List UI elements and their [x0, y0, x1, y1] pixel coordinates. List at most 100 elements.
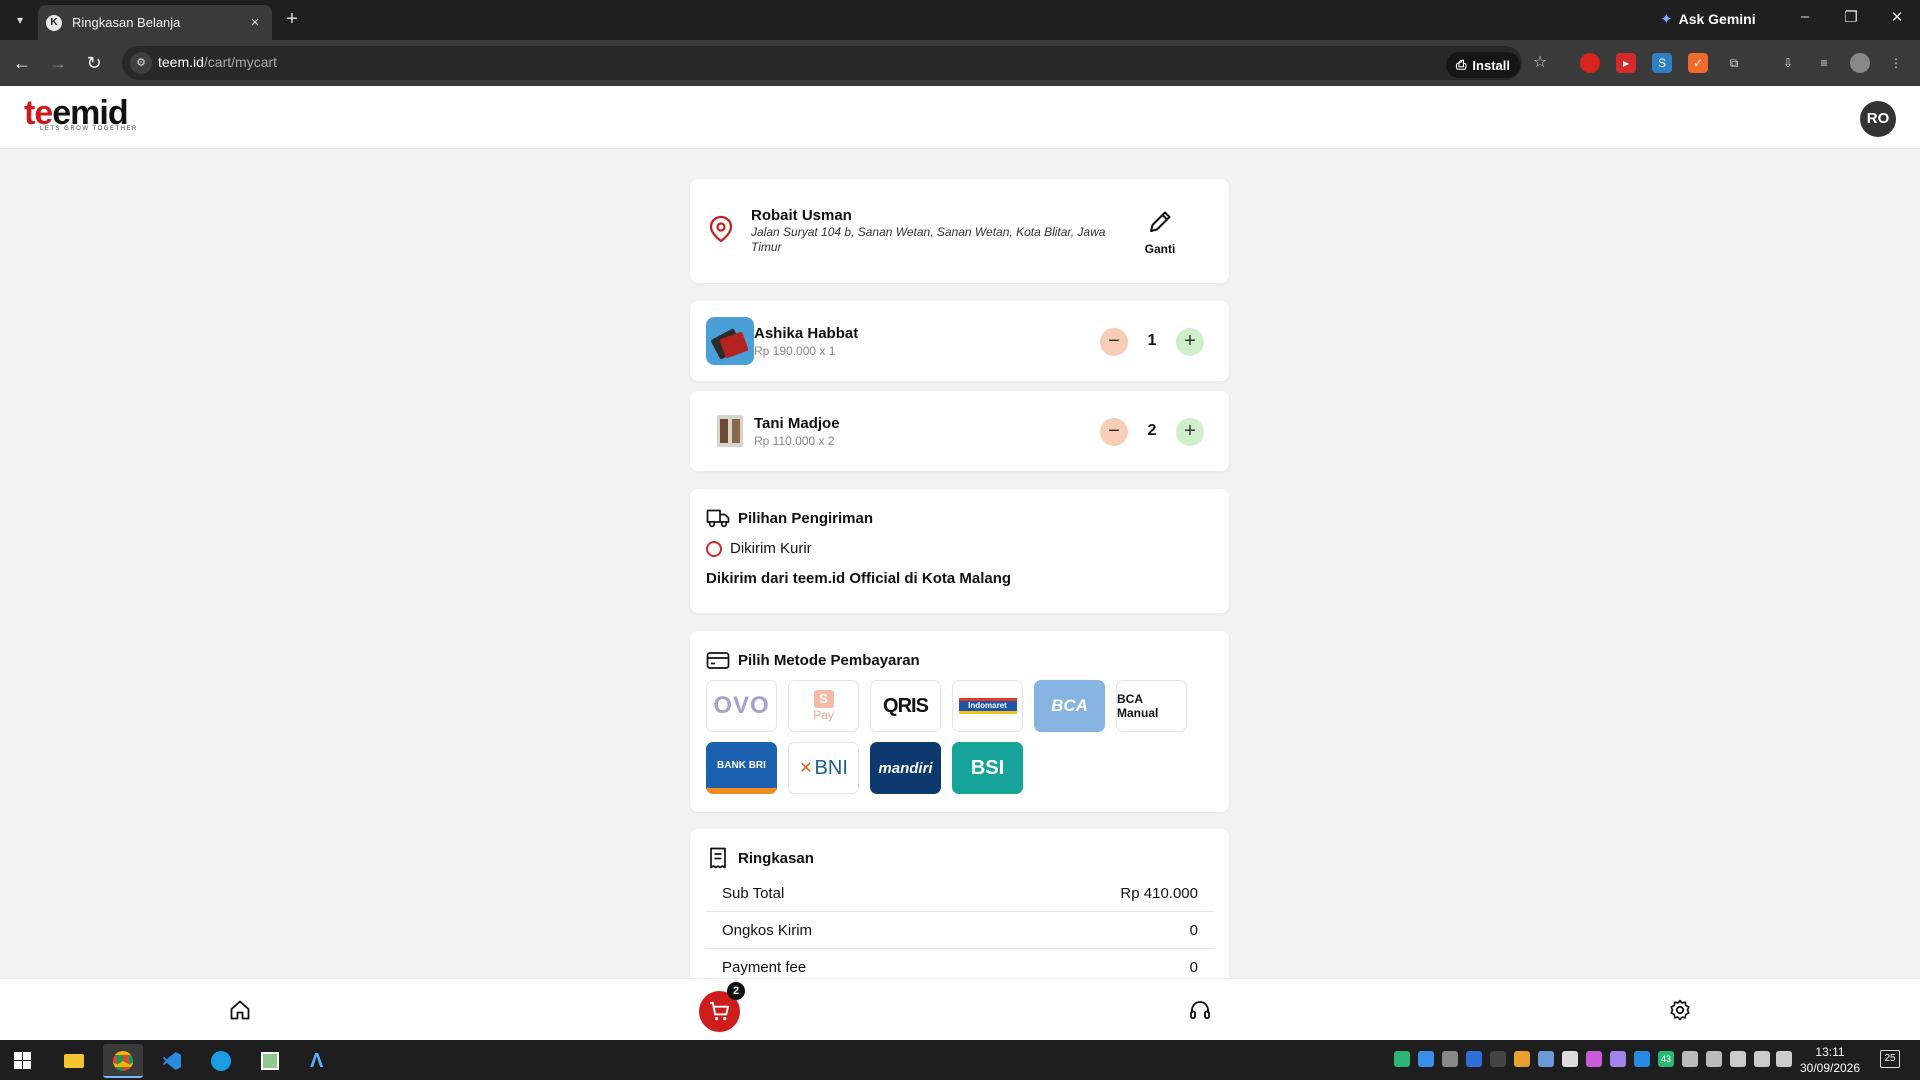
tray-shield-icon[interactable]: [1538, 1051, 1554, 1067]
logo-tagline: LETS GROW TOGETHER: [40, 126, 138, 132]
app-a-icon[interactable]: Λ: [299, 1044, 339, 1078]
notification-center-icon[interactable]: 25: [1880, 1050, 1900, 1068]
decrease-qty-button[interactable]: −: [1100, 418, 1128, 446]
bluetooth-icon[interactable]: [1634, 1051, 1650, 1067]
site-info-icon[interactable]: ⚙: [130, 52, 152, 74]
shopeepay-label: Pay: [813, 708, 834, 722]
tray-app-icon[interactable]: [1682, 1051, 1698, 1067]
payment-qris-option[interactable]: QRIS: [870, 680, 941, 732]
tab-close-icon[interactable]: ×: [246, 14, 264, 31]
forward-arrow-icon[interactable]: →: [46, 51, 70, 75]
bookmark-star-icon[interactable]: ☆: [1530, 53, 1550, 73]
extension-red-icon[interactable]: [1580, 53, 1600, 73]
tray-app-icon[interactable]: [1394, 1051, 1410, 1067]
decrease-qty-button[interactable]: −: [1100, 328, 1128, 356]
window-close-icon[interactable]: ✕: [1882, 8, 1912, 26]
payment-shopeepay-option[interactable]: S Pay: [788, 680, 859, 732]
windows-start-icon[interactable]: [14, 1052, 31, 1069]
tab-search-chevron-icon[interactable]: ▾: [8, 8, 32, 32]
tray-app-icon[interactable]: [1514, 1051, 1530, 1067]
volume-icon[interactable]: [1754, 1051, 1770, 1067]
payment-ovo-option[interactable]: OVO: [706, 680, 777, 732]
app-notepad-icon[interactable]: [250, 1044, 290, 1078]
payment-bca-option[interactable]: BCA: [1034, 680, 1105, 732]
headset-support-icon[interactable]: [1188, 998, 1212, 1022]
teemid-logo[interactable]: teemid LETS GROW TOGETHER: [24, 96, 138, 132]
summary-label: Ongkos Kirim: [722, 922, 813, 939]
summary-row: Sub Total Rp 410.000: [706, 876, 1214, 912]
bca-manual-label: BCA Manual: [1117, 692, 1159, 720]
tray-app-icon[interactable]: [1418, 1051, 1434, 1067]
back-arrow-icon[interactable]: ←: [10, 51, 34, 75]
courier-option[interactable]: Dikirim Kurir: [706, 540, 812, 557]
restore-icon[interactable]: ❐: [1836, 8, 1866, 26]
mandiri-logo: mandiri: [878, 759, 933, 777]
vscode-icon[interactable]: [152, 1044, 192, 1078]
reload-icon[interactable]: ↻: [82, 51, 106, 75]
bni-logo: BNI: [814, 756, 848, 779]
downloads-icon[interactable]: ⇩: [1778, 53, 1798, 73]
payment-bsi-option[interactable]: BSI: [952, 742, 1023, 794]
ask-gemini-label: Ask Gemini: [1678, 11, 1756, 27]
display-icon[interactable]: [1776, 1051, 1792, 1067]
payment-bni-option[interactable]: ✕ BNI: [788, 742, 859, 794]
tray-counter-icon[interactable]: 43: [1658, 1051, 1674, 1067]
new-tab-plus-icon[interactable]: +: [282, 9, 302, 29]
product-price: Rp 110.000 x 2: [754, 434, 835, 448]
tray-pen-icon[interactable]: [1610, 1051, 1626, 1067]
site-header: teemid LETS GROW TOGETHER RO: [0, 86, 1920, 149]
tray-app-icon[interactable]: [1706, 1051, 1722, 1067]
clock-date: 30/09/2026: [1799, 1061, 1861, 1075]
browser-menu-icon[interactable]: ⋮: [1886, 53, 1906, 73]
tray-app-icon[interactable]: [1586, 1051, 1602, 1067]
tray-audio-icon[interactable]: [1490, 1051, 1506, 1067]
tray-gemini-icon[interactable]: [1466, 1051, 1482, 1067]
cart-item: Ashika Habbat Rp 190.000 x 1 − 1 +: [690, 301, 1229, 381]
cart-item: Tani Madjoe Rp 110.000 x 2 − 2 +: [690, 391, 1229, 471]
browser-tab-bar: ▾ K Ringkasan Belanja × + ✦ Ask Gemini –…: [0, 0, 1920, 40]
tray-cloud-icon[interactable]: [1442, 1051, 1458, 1067]
browser-tab[interactable]: K Ringkasan Belanja ×: [38, 5, 272, 40]
increase-qty-button[interactable]: +: [1176, 418, 1204, 446]
ship-from-text: Dikirim dari teem.id Official di Kota Ma…: [706, 570, 1012, 587]
product-name: Tani Madjoe: [754, 415, 840, 432]
extensions-puzzle-icon[interactable]: ⧉: [1724, 53, 1744, 73]
url-text[interactable]: teem.id/cart/mycart: [158, 54, 277, 70]
windows-taskbar: Λ 43 13:11 30/09/2026 25: [0, 1040, 1920, 1080]
payment-indomaret-option[interactable]: Indomaret: [952, 680, 1023, 732]
extension-youtube-icon[interactable]: ▸: [1616, 53, 1636, 73]
chrome-taskbar-icon[interactable]: [103, 1044, 143, 1078]
network-icon[interactable]: [1730, 1051, 1746, 1067]
increase-qty-button[interactable]: +: [1176, 328, 1204, 356]
file-explorer-icon[interactable]: [54, 1044, 94, 1078]
summary-title: Ringkasan: [738, 849, 814, 867]
payment-bca-manual-option[interactable]: BCA Manual: [1116, 680, 1187, 732]
address-bar[interactable]: ⚙ teem.id/cart/mycart: [122, 46, 1522, 80]
recipient-name: Robait Usman: [751, 207, 852, 224]
courier-option-label: Dikirim Kurir: [730, 540, 812, 557]
extension-s-icon[interactable]: S: [1652, 53, 1672, 73]
install-app-button[interactable]: ⎙ Install: [1446, 52, 1520, 78]
product-thumbnail: [706, 407, 754, 455]
change-address-button[interactable]: Ganti: [1140, 209, 1180, 256]
taskbar-clock[interactable]: 13:11 30/09/2026: [1795, 1044, 1865, 1076]
reading-list-icon[interactable]: ≡: [1814, 53, 1834, 73]
minimize-icon[interactable]: –: [1790, 8, 1820, 25]
bsi-logo: BSI: [970, 756, 1005, 779]
location-pin-icon: [709, 215, 733, 243]
qris-logo: QRIS: [883, 694, 929, 717]
edge-icon[interactable]: [201, 1044, 241, 1078]
shopping-cart-icon: [709, 1001, 730, 1021]
product-name: Ashika Habbat: [754, 325, 859, 342]
extension-orange-icon[interactable]: ✓: [1688, 53, 1708, 73]
tray-headset-icon[interactable]: [1562, 1051, 1578, 1067]
profile-avatar-icon[interactable]: [1850, 53, 1870, 73]
payment-bri-option[interactable]: BANK BRI: [706, 742, 777, 794]
ask-gemini-button[interactable]: ✦ Ask Gemini: [1660, 10, 1756, 28]
product-thumbnail: [706, 317, 754, 365]
settings-gear-icon[interactable]: [1668, 998, 1692, 1022]
user-avatar[interactable]: RO: [1860, 101, 1896, 137]
home-icon[interactable]: [228, 998, 252, 1022]
courier-radio[interactable]: [706, 540, 722, 557]
payment-mandiri-option[interactable]: mandiri: [870, 742, 941, 794]
